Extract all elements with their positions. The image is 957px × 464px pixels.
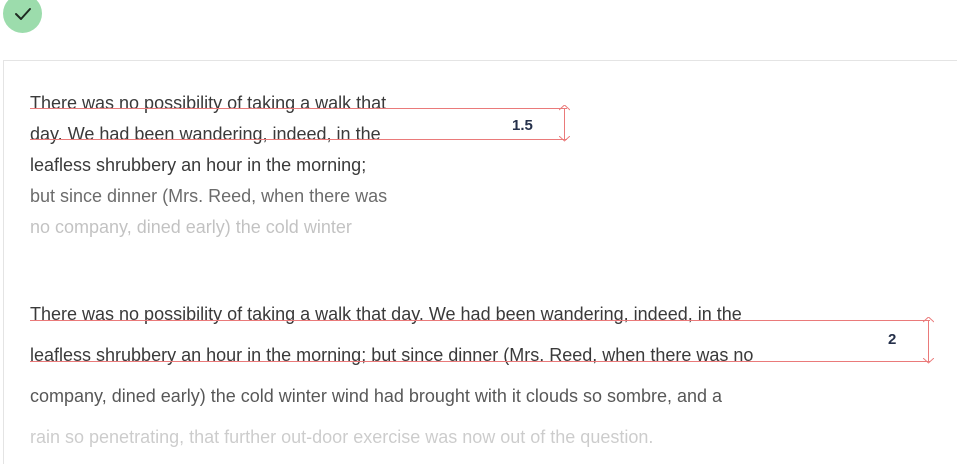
baseline-guide-bottom xyxy=(30,139,567,140)
line-height-bracket xyxy=(928,320,929,361)
line-height-bracket xyxy=(564,108,565,139)
sample-line: no company, dined early) the cold winter xyxy=(30,217,352,237)
baseline-guide-top xyxy=(30,320,930,321)
sample-line: day. We had been wandering, indeed, in t… xyxy=(30,124,381,144)
checkmark-icon xyxy=(14,7,31,20)
line-height-comparison-panel: There was no possibility of taking a wal… xyxy=(3,60,957,464)
bracket-arrow-down-icon xyxy=(559,136,570,142)
sample-line: rain so penetrating, that further out-do… xyxy=(30,427,654,447)
bracket-arrow-down-icon xyxy=(923,358,934,364)
sample-line: There was no possibility of taking a wal… xyxy=(30,304,742,324)
line-height-label: 1.5 xyxy=(512,117,533,134)
text-sample-line-height-2: There was no possibility of taking a wal… xyxy=(30,294,870,458)
sample-line: There was no possibility of taking a wal… xyxy=(30,93,387,113)
sample-line: but since dinner (Mrs. Reed, when there … xyxy=(30,186,388,206)
sample-line: leafless shrubbery an hour in the mornin… xyxy=(30,155,367,175)
baseline-guide-top xyxy=(30,108,567,109)
success-badge xyxy=(3,0,42,33)
page: There was no possibility of taking a wal… xyxy=(0,0,957,464)
sample-line: company, dined early) the cold winter wi… xyxy=(30,386,723,406)
baseline-guide-bottom xyxy=(30,361,930,362)
sample-line: leafless shrubbery an hour in the mornin… xyxy=(30,345,754,365)
bracket-arrow-up-icon xyxy=(559,105,570,111)
line-height-label: 2 xyxy=(888,331,897,348)
text-sample-line-height-1-5: There was no possibility of taking a wal… xyxy=(30,88,450,243)
bracket-arrow-up-icon xyxy=(923,317,934,323)
